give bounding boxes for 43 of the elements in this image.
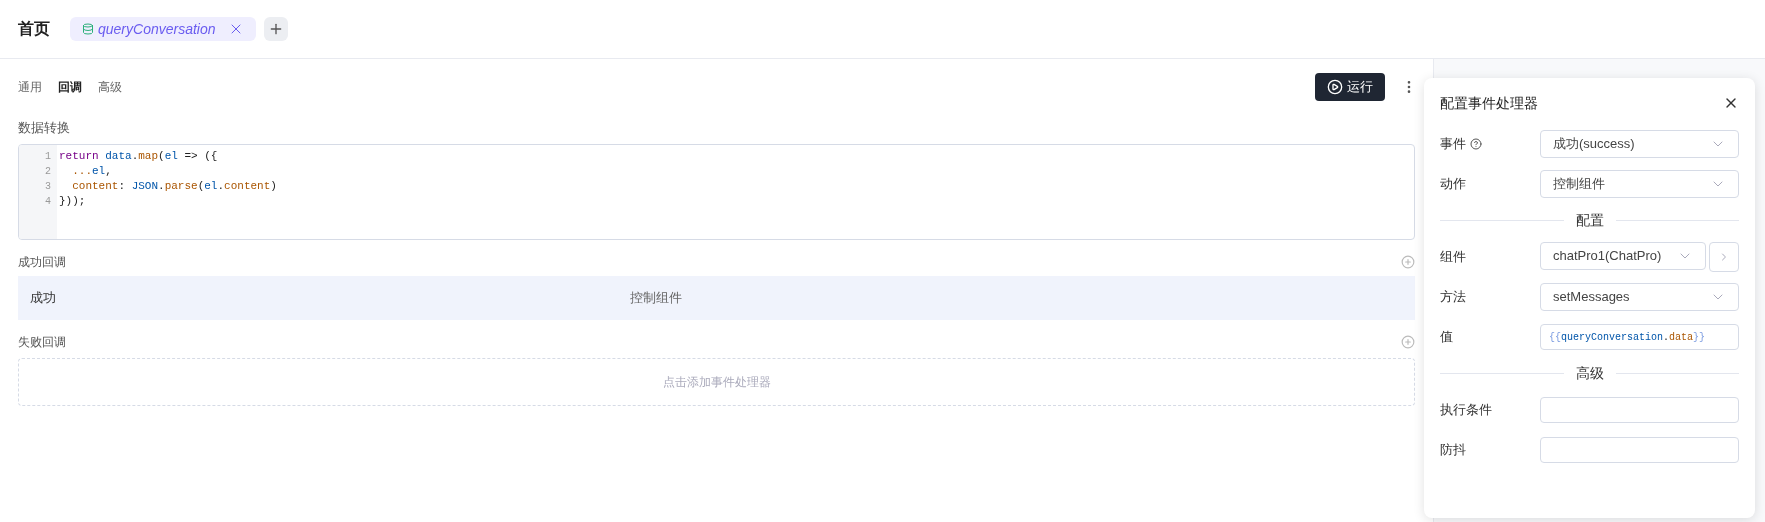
event-name: 成功	[30, 288, 57, 307]
database-icon	[82, 23, 94, 35]
field-label: 组件	[1440, 248, 1466, 267]
event-select[interactable]: 成功(success)	[1540, 130, 1739, 158]
value-field[interactable]: {{queryConversation.data}}	[1540, 324, 1739, 350]
page-title: 首页	[18, 19, 50, 39]
action-select[interactable]: 控制组件	[1540, 170, 1739, 198]
section-heading: 高级	[1575, 364, 1604, 383]
code-line: }));	[59, 193, 86, 209]
query-tab[interactable]: queryConversation	[70, 17, 256, 41]
field-label: 事件	[1440, 135, 1466, 154]
tab[interactable]: 高级	[98, 78, 122, 96]
field-label: 防抖	[1440, 441, 1466, 460]
run-button[interactable]: 运行	[1315, 73, 1385, 101]
code-line: content: JSON.parse(el.content)	[71, 178, 277, 194]
action-name: 控制组件	[630, 288, 682, 307]
code-editor[interactable]: 1 2 3 4 return data.map(el => ({ ...el, content: JSON.parse(el.content) }));	[18, 143, 1415, 240]
add-tab-button[interactable]	[263, 17, 288, 41]
field-label: 动作	[1440, 175, 1466, 194]
tab[interactable]: 通用	[18, 78, 42, 96]
tab[interactable]: 回调	[58, 78, 82, 96]
play-icon	[1327, 79, 1343, 95]
line-number: 2	[45, 164, 51, 179]
debounce-field[interactable]	[1540, 437, 1739, 463]
help-icon[interactable]	[1470, 138, 1482, 150]
popover-title: 配置事件处理器	[1440, 93, 1538, 113]
field-label: 方法	[1440, 288, 1466, 307]
line-number: 4	[45, 194, 51, 209]
handler-row[interactable]: 成功 控制组件	[18, 275, 1415, 320]
method-select[interactable]: setMessages	[1540, 283, 1739, 311]
code-line: return data.map(el => ({	[59, 148, 218, 164]
condition-field[interactable]	[1540, 397, 1739, 423]
field-label: 执行条件	[1440, 401, 1492, 420]
line-number: 1	[45, 149, 51, 164]
section-label: 失败回调	[18, 333, 66, 351]
value-expression: {{queryConversation.data}}	[1549, 330, 1706, 345]
field-label: 值	[1440, 328, 1453, 347]
section-heading: 配置	[1575, 211, 1604, 230]
section-label: 数据转换	[18, 119, 70, 137]
section-label: 成功回调	[18, 253, 66, 271]
component-select[interactable]: chatPro1(ChatPro)	[1540, 242, 1706, 270]
line-number: 3	[45, 179, 51, 194]
code-line: ...el,	[71, 163, 112, 179]
